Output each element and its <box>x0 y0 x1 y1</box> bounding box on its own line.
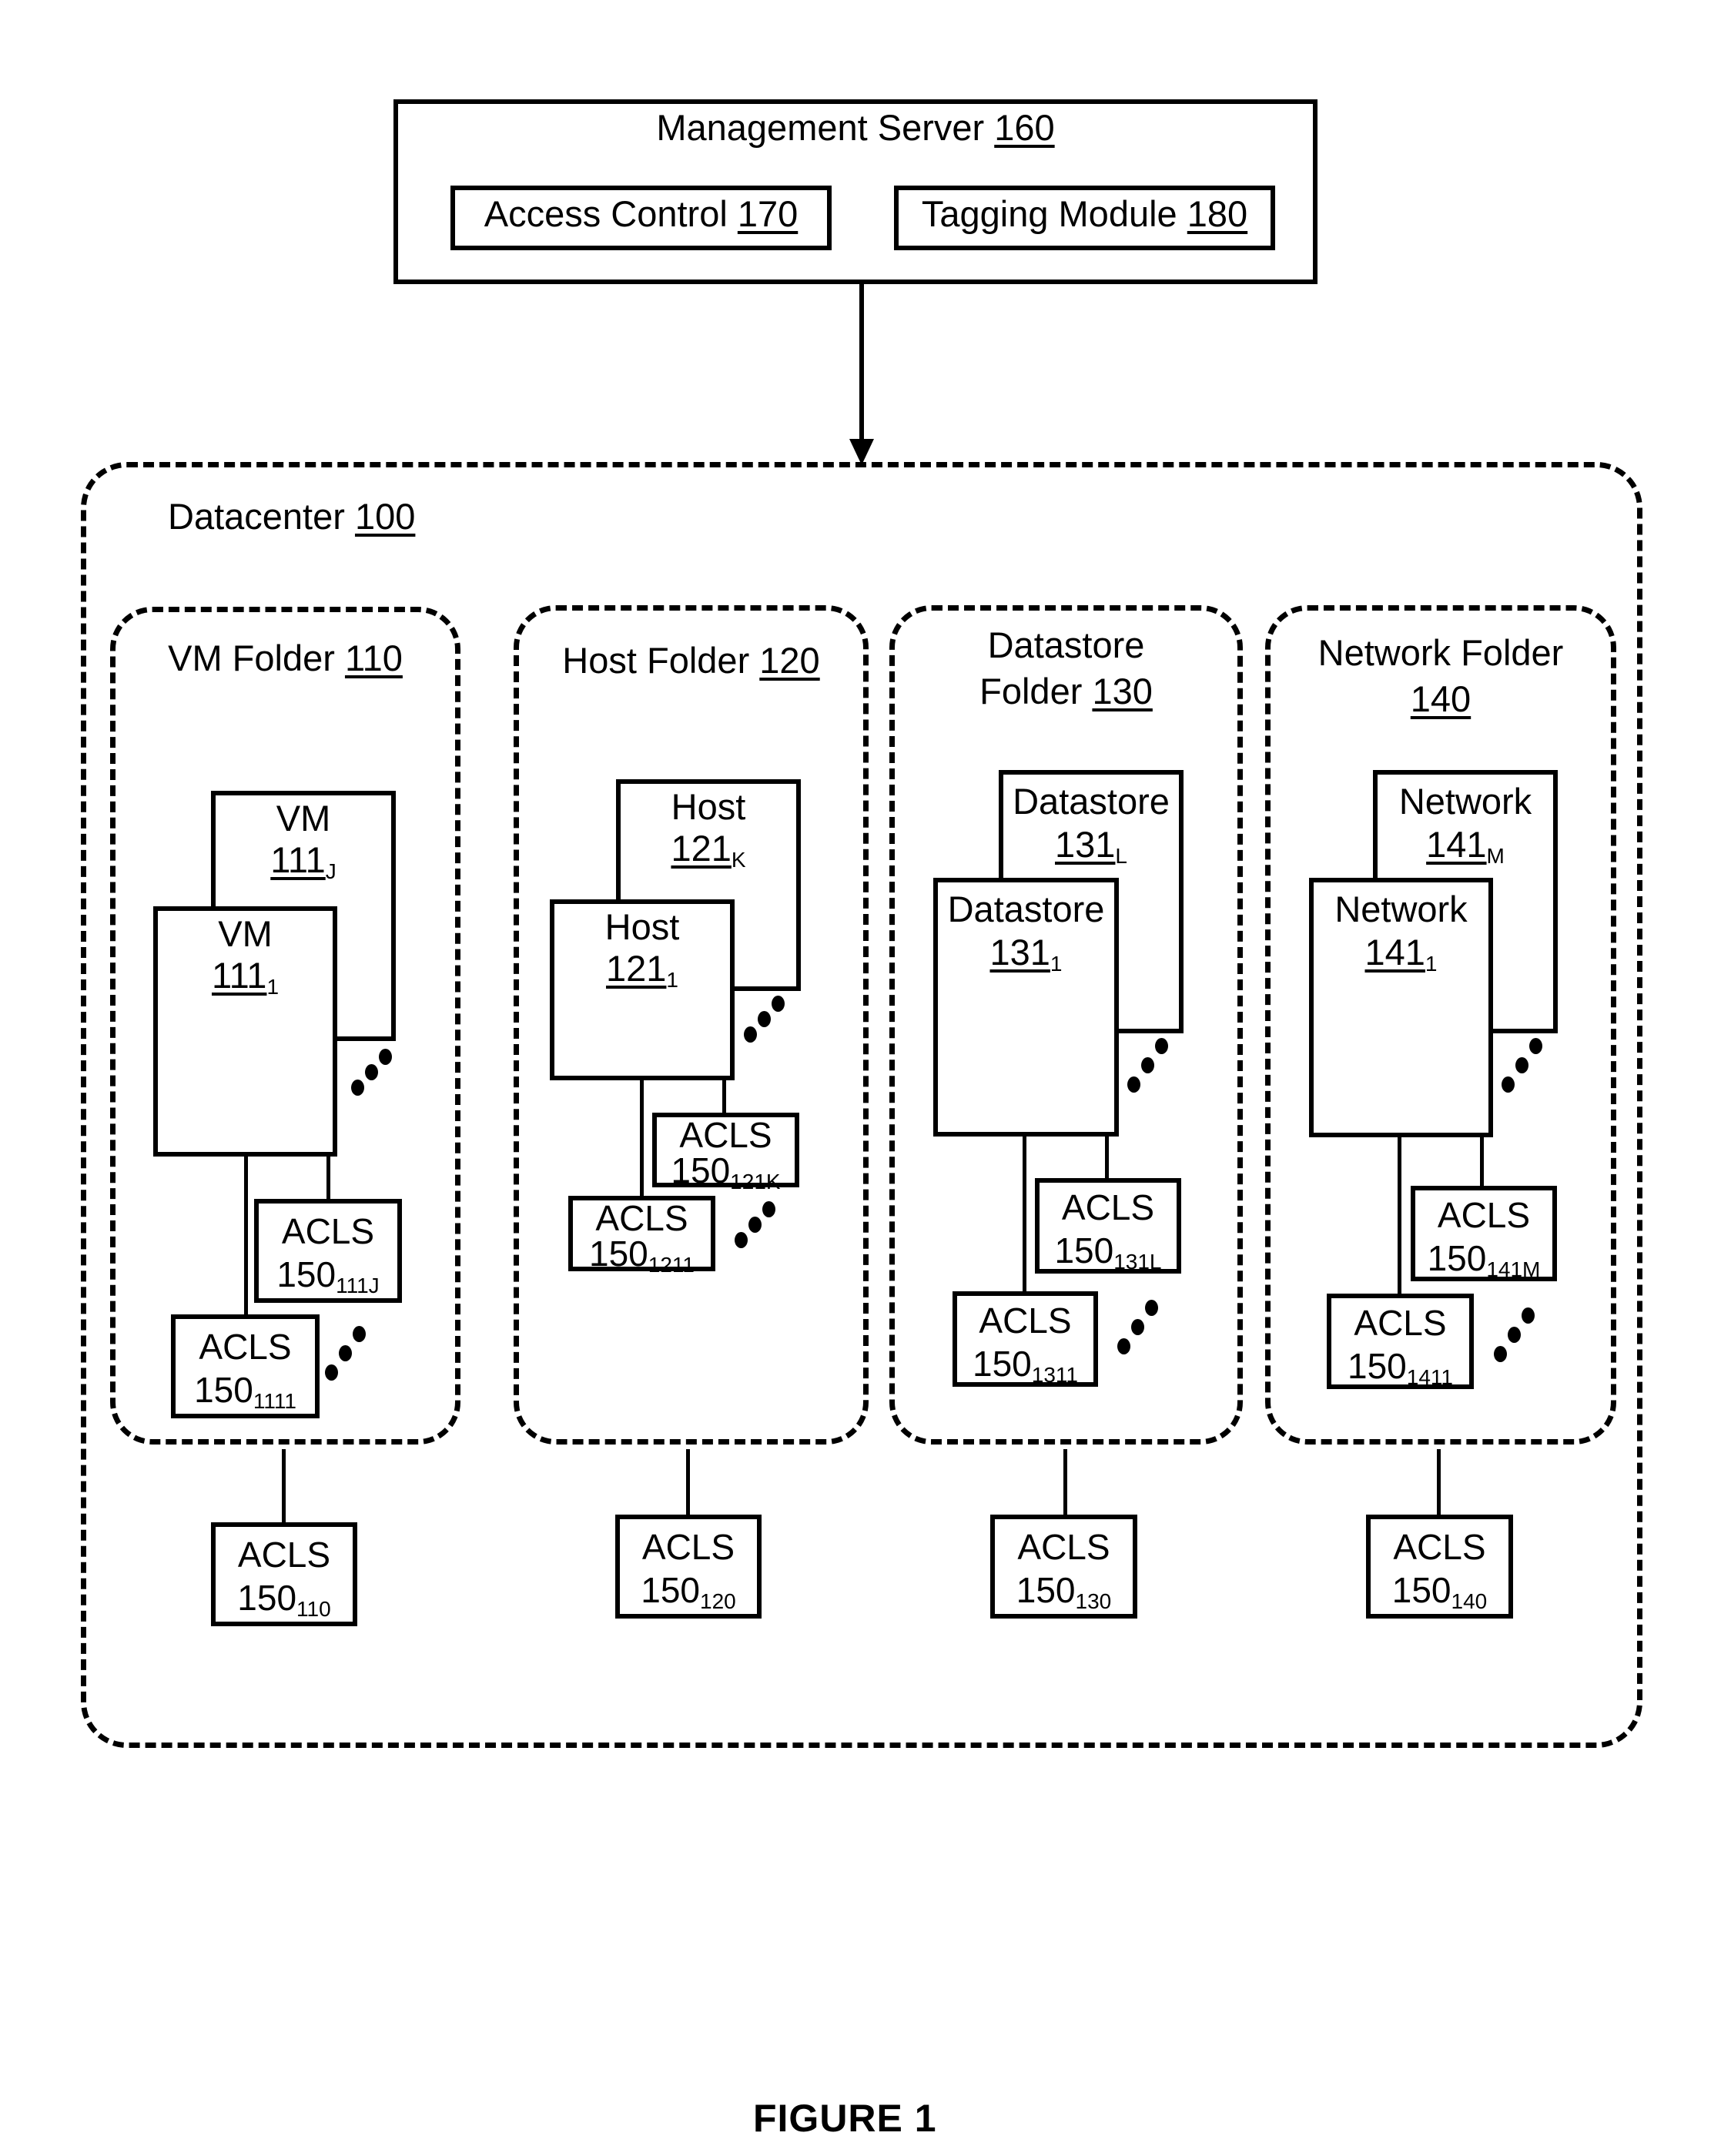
datastore-l-label: Datastore 131L <box>1013 781 1170 868</box>
acls-150-121k: ACLS 150121K <box>652 1113 799 1193</box>
acls-150-120: ACLS 150120 <box>615 1515 762 1619</box>
figure-caption: FIGURE 1 <box>753 2097 937 2140</box>
ellipsis-icon <box>741 996 795 1050</box>
access-control-label: Access Control 170 <box>484 193 799 234</box>
datastore-l-acl-connector <box>1105 1135 1109 1180</box>
host-k-label: Host 121K <box>671 786 746 872</box>
acls-150-141m: ACLS 150141M <box>1411 1186 1557 1281</box>
vm-folder-label: VM Folder 110 <box>168 638 403 678</box>
network-1-acl-connector <box>1398 1136 1401 1296</box>
datastore-1-acl-connector <box>1023 1135 1026 1293</box>
tagging-module-label: Tagging Module 180 <box>921 193 1248 234</box>
acls-150-1211: ACLS 1501211 <box>568 1196 715 1276</box>
vm-folder-acl-connector <box>282 1449 286 1525</box>
host-folder-label: Host Folder 120 <box>562 640 820 681</box>
vm-1-acl-connector <box>244 1155 248 1317</box>
acls-150-131l: ACLS 150131L <box>1035 1178 1181 1274</box>
datastore-folder-label: Datastore Folder 130 <box>979 624 1153 711</box>
acls-150-1311: ACLS 1501311 <box>953 1291 1098 1387</box>
ellipsis-icon <box>348 1049 402 1103</box>
datacenter-ref: 100 <box>354 496 416 537</box>
management-server-label: Management Server 160 <box>656 107 1055 148</box>
acls-150-130: ACLS 150130 <box>990 1515 1137 1619</box>
network-folder-acl-connector <box>1437 1449 1441 1517</box>
host-1-acl-connector <box>640 1078 644 1197</box>
network-1-label: Network 1411 <box>1334 889 1468 976</box>
vm-j-acl-connector <box>326 1155 330 1201</box>
ellipsis-icon <box>322 1326 376 1381</box>
ellipsis-icon <box>1498 1038 1552 1093</box>
vm-j-label: VM 111J <box>270 798 336 883</box>
vm-1-label: VM 1111 <box>211 913 280 999</box>
management-server-ref: 160 <box>994 107 1055 148</box>
network-m-label: Network 141M <box>1398 781 1532 868</box>
datacenter-label: Datacenter 100 <box>168 496 416 537</box>
acls-150-111j: ACLS 150111J <box>254 1199 402 1303</box>
host-k-acl-connector <box>722 1078 726 1114</box>
acls-150-1111: ACLS 1501111 <box>171 1314 320 1418</box>
datastore-folder-acl-connector <box>1063 1449 1067 1517</box>
acls-150-140: ACLS 150140 <box>1366 1515 1513 1619</box>
host-folder-acl-connector <box>686 1449 690 1517</box>
host-1-label: Host 1211 <box>604 906 680 992</box>
connector-arrow-shaft <box>859 283 864 445</box>
network-folder-label: Network Folder 140 <box>1318 632 1564 719</box>
ellipsis-icon <box>732 1201 785 1255</box>
acls-150-1411: ACLS 1501411 <box>1327 1294 1474 1389</box>
ellipsis-icon <box>1491 1307 1545 1362</box>
ellipsis-icon <box>1124 1038 1178 1093</box>
network-m-acl-connector <box>1480 1136 1484 1187</box>
acls-150-110: ACLS 150110 <box>211 1522 357 1626</box>
ellipsis-icon <box>1114 1300 1168 1354</box>
datastore-1-label: Datastore 1311 <box>947 889 1105 976</box>
